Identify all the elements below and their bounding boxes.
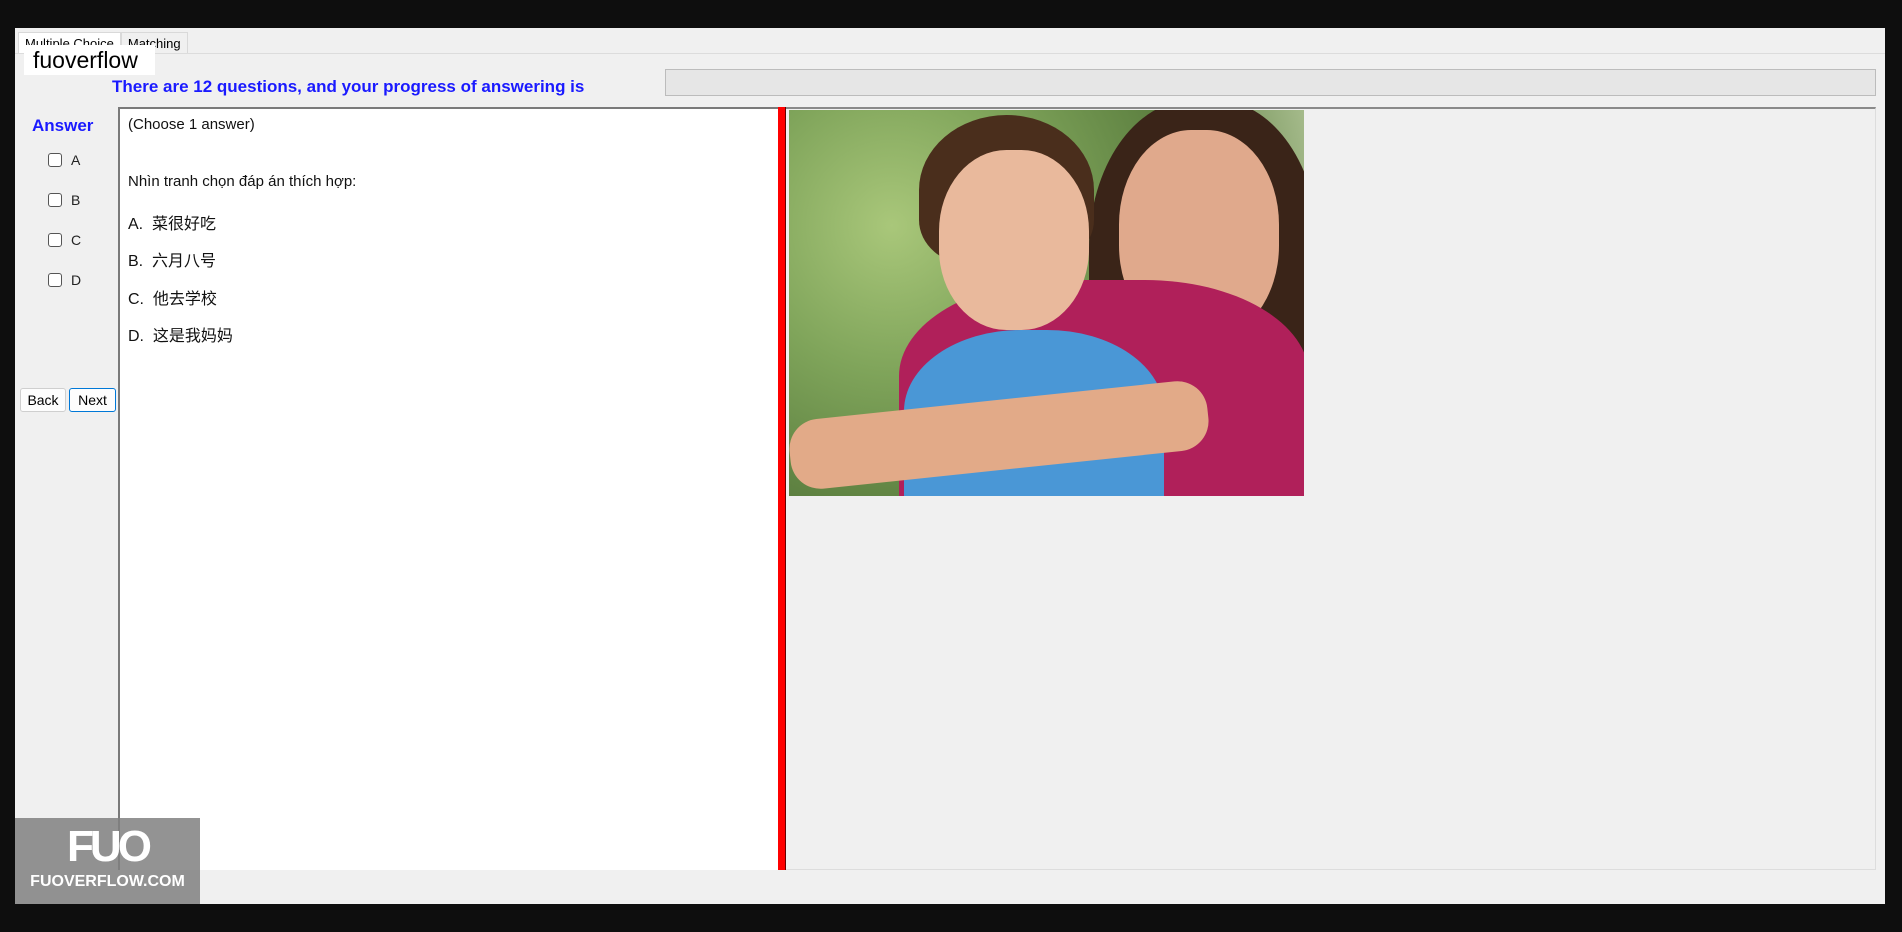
question-instruction: (Choose 1 answer)	[128, 116, 255, 133]
fuoverflow-logo: FUO FUOVERFLOW.COM	[15, 818, 200, 904]
choice-b: B. 六月八号	[128, 253, 217, 270]
choice-c: C. 他去学校	[128, 291, 217, 308]
splitter-handle[interactable]	[778, 107, 786, 870]
checkbox[interactable]	[48, 273, 62, 287]
answer-option-b[interactable]: B	[48, 192, 80, 208]
answer-option-c[interactable]: C	[48, 232, 81, 248]
question-panel: (Choose 1 answer) Nhìn tranh chọn đáp án…	[118, 107, 779, 870]
logo-mark: FUO	[67, 822, 152, 871]
checkbox[interactable]	[48, 193, 62, 207]
watermark: fuoverflow	[24, 45, 155, 75]
tab-divider	[15, 53, 1885, 54]
option-label: A	[71, 152, 81, 168]
choice-d: D. 这是我妈妈	[128, 328, 233, 345]
option-label: B	[71, 192, 81, 208]
progress-label: There are 12 questions, and your progres…	[112, 77, 585, 96]
option-label: D	[71, 272, 82, 288]
question-prompt: Nhìn tranh chọn đáp án thích hợp:	[128, 173, 357, 190]
back-button[interactable]: Back	[20, 388, 66, 412]
logo-site: FUOVERFLOW.COM	[30, 873, 185, 890]
checkbox[interactable]	[48, 233, 62, 247]
next-button[interactable]: Next	[69, 388, 116, 412]
checkbox[interactable]	[48, 153, 62, 167]
option-label: C	[71, 232, 82, 248]
progress-bar	[665, 69, 1876, 96]
question-image	[789, 110, 1304, 496]
answer-label: Answer	[32, 116, 94, 135]
answer-option-a[interactable]: A	[48, 152, 80, 168]
choice-a: A. 菜很好吃	[128, 216, 217, 233]
answer-option-d[interactable]: D	[48, 272, 81, 288]
